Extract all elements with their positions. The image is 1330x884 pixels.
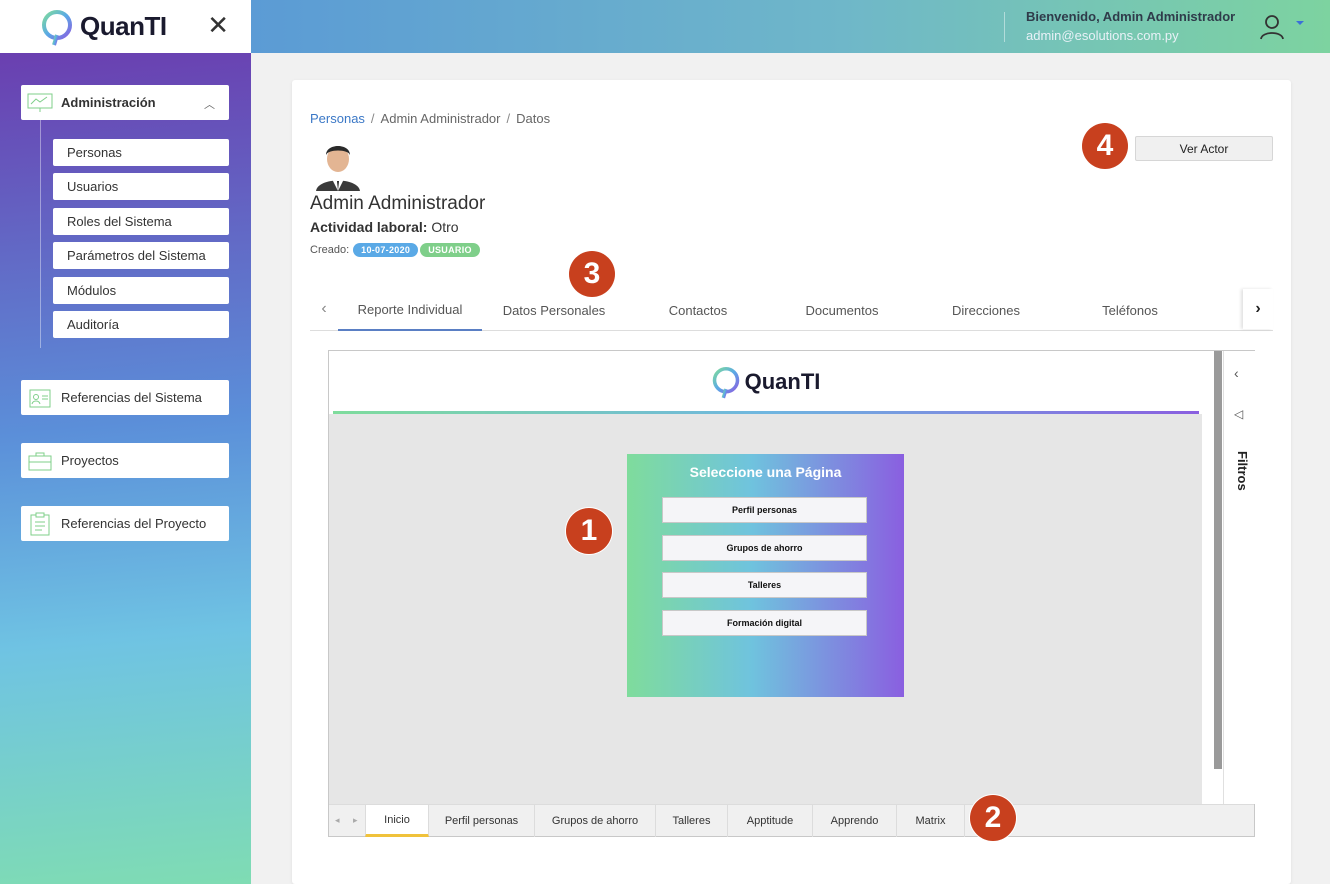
callout-marker: 4 — [1082, 123, 1128, 169]
tab-documentos[interactable]: Documentos — [770, 289, 914, 331]
briefcase-icon — [27, 450, 53, 472]
welcome-text: Bienvenido, Admin Administrador — [1026, 9, 1236, 24]
tab-reporte-individual[interactable]: Reporte Individual — [338, 289, 482, 331]
ver-actor-button[interactable]: Ver Actor — [1135, 136, 1273, 161]
actividad-laboral: Actividad laboral: Otro — [310, 219, 459, 235]
report-tab-perfil-personas[interactable]: Perfil personas — [429, 805, 535, 837]
report-frame: QuanTI Seleccione una Página Perfil pers… — [328, 350, 1255, 837]
id-card-icon — [27, 387, 53, 409]
tab-telefonos[interactable]: Teléfonos — [1058, 289, 1202, 331]
report-tab-matrix[interactable]: Matrix — [897, 805, 965, 837]
filters-pane[interactable]: ‹ ◁ Filtros — [1223, 351, 1255, 804]
sidebar-item-administracion[interactable]: Administración ︿ — [21, 85, 229, 120]
sidebar-item-referencias-sistema[interactable]: Referencias del Sistema — [21, 380, 229, 415]
report-tab-grupos-ahorro[interactable]: Grupos de ahorro — [535, 805, 656, 837]
clipboard-icon — [27, 512, 53, 535]
report-tab-inicio[interactable]: Inicio — [365, 805, 429, 837]
sidebar-item-personas[interactable]: Personas — [53, 139, 229, 166]
page-selector-panel: Seleccione una Página Perfil personas Gr… — [627, 454, 904, 697]
breadcrumb-personas[interactable]: Personas — [310, 111, 365, 126]
topbar-divider — [1004, 12, 1005, 42]
chevron-left-icon[interactable]: ‹ — [1234, 365, 1239, 381]
quanti-logo-icon — [712, 367, 739, 399]
breadcrumb-separator: / — [506, 111, 511, 126]
page-button-perfil-personas[interactable]: Perfil personas — [662, 497, 867, 523]
page-button-talleres[interactable]: Talleres — [662, 572, 867, 598]
close-icon[interactable]: ✕ — [207, 12, 229, 38]
callout-marker: 3 — [569, 251, 615, 297]
sidebar-item-parametros[interactable]: Parámetros del Sistema — [53, 242, 229, 269]
report-tab-apprendo[interactable]: Apprendo — [813, 805, 897, 837]
user-email: admin@esolutions.com.py — [1026, 28, 1179, 43]
quanti-logo-icon — [42, 9, 72, 46]
person-name: Admin Administrador — [310, 193, 486, 214]
filter-icon: ◁ — [1234, 407, 1244, 421]
callout-marker: 2 — [970, 795, 1016, 841]
presentation-icon — [27, 92, 53, 114]
page-select-title: Seleccione una Página — [689, 464, 842, 480]
creado-label: Creado: — [310, 244, 350, 256]
tabs-row: ‹ Reporte Individual Datos Personales Co… — [310, 289, 1273, 331]
sidebar-item-label: Administración — [61, 95, 156, 110]
brand-name: QuanTI — [80, 11, 167, 41]
sidebar-item-proyectos[interactable]: Proyectos — [21, 443, 229, 478]
date-badge: 10-07-2020 — [353, 243, 419, 257]
report-canvas: Seleccione una Página Perfil personas Gr… — [329, 414, 1202, 804]
breadcrumb-separator: / — [370, 111, 375, 126]
breadcrumb-current: Datos — [516, 111, 551, 126]
chevron-down-icon[interactable] — [1296, 21, 1304, 25]
sidebar-item-modulos[interactable]: Módulos — [53, 277, 229, 304]
actividad-value: Otro — [431, 219, 459, 235]
callout-marker: 1 — [566, 508, 612, 554]
chevron-up-icon[interactable]: ︿ — [204, 96, 215, 112]
sidebar-item-label: Referencias del Sistema — [61, 390, 202, 405]
sidebar-item-usuarios[interactable]: Usuarios — [53, 173, 229, 200]
avatar — [316, 146, 360, 191]
tab-datos-personales[interactable]: Datos Personales — [482, 289, 626, 331]
sidebar-item-auditoria[interactable]: Auditoría — [53, 311, 229, 338]
report-logo-text: QuanTI — [744, 369, 821, 394]
user-icon[interactable] — [1258, 13, 1286, 41]
report-tab-apptitude[interactable]: Apptitude — [728, 805, 813, 837]
creado-row: Creado: 10-07-2020 USUARIO — [310, 243, 480, 257]
report-tab-talleres[interactable]: Talleres — [656, 805, 728, 837]
sidebar-item-label: Referencias del Proyecto — [61, 516, 207, 531]
breadcrumb: Personas / Admin Administrador / Datos — [310, 111, 550, 126]
tab-direcciones[interactable]: Direcciones — [914, 289, 1058, 331]
role-badge: USUARIO — [420, 243, 480, 257]
next-page-icon[interactable]: ▸ — [353, 815, 358, 826]
report-page-tabs: ◂ ▸ Inicio Perfil personas Grupos de aho… — [329, 804, 1254, 837]
sidebar-item-roles[interactable]: Roles del Sistema — [53, 208, 229, 235]
submenu-line — [40, 120, 41, 348]
vertical-scrollbar[interactable] — [1214, 351, 1222, 769]
logo-area: QuanTI ✕ — [0, 0, 251, 53]
topbar: Bienvenido, Admin Administrador admin@es… — [251, 0, 1330, 53]
filters-label[interactable]: Filtros — [1235, 451, 1250, 491]
report-header: QuanTI — [329, 351, 1202, 413]
page-button-grupos-ahorro[interactable]: Grupos de ahorro — [662, 535, 867, 561]
prev-page-icon[interactable]: ◂ — [335, 815, 340, 826]
sidebar-item-referencias-proyecto[interactable]: Referencias del Proyecto — [21, 506, 229, 541]
breadcrumb-person: Admin Administrador — [380, 111, 501, 126]
page-button-formacion-digital[interactable]: Formación digital — [662, 610, 867, 636]
tab-contactos[interactable]: Contactos — [626, 289, 770, 331]
sidebar-item-label: Proyectos — [61, 453, 119, 468]
chevron-right-icon[interactable]: › — [1243, 289, 1273, 329]
actividad-label: Actividad laboral: — [310, 219, 428, 235]
chevron-left-icon[interactable]: ‹ — [310, 289, 338, 329]
